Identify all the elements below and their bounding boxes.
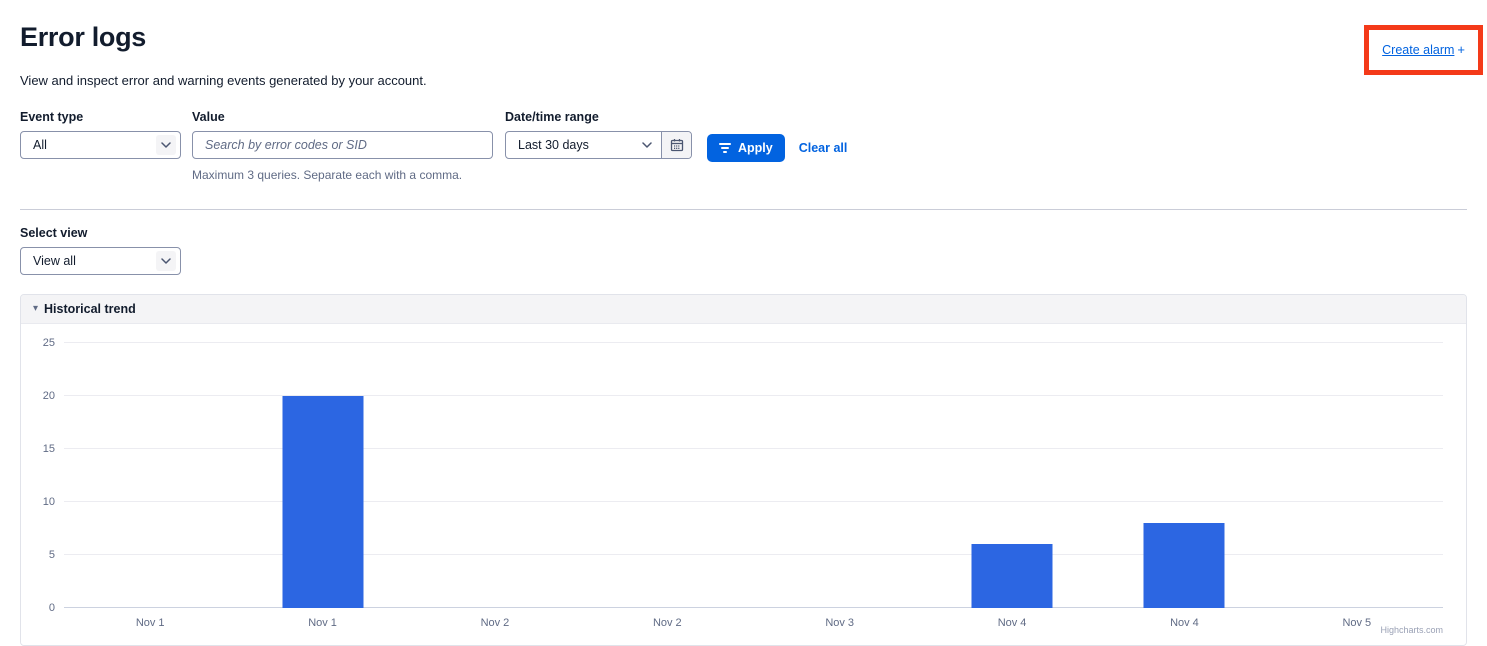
- chevron-down-icon: [156, 135, 176, 155]
- date-range-group: Date/time range Last 30 days: [505, 110, 692, 159]
- section-divider: [20, 209, 1467, 210]
- create-alarm-highlight-box: Create alarm+: [1364, 25, 1483, 75]
- y-axis-tick-label: 20: [43, 390, 55, 402]
- chart-bar: [972, 544, 1053, 608]
- x-axis-tick-label: Nov 3: [825, 617, 854, 629]
- apply-button-label: Apply: [738, 141, 773, 155]
- x-axis-tick-label: Nov 1: [136, 617, 165, 629]
- calendar-icon[interactable]: [661, 132, 691, 158]
- filter-bar: Event type All Value Maximum 3 queries. …: [20, 110, 1467, 182]
- page-title: Error logs: [20, 22, 1467, 53]
- chart-bar: [282, 396, 363, 608]
- chart-bar: [1144, 523, 1225, 608]
- x-axis-tick-label: Nov 2: [653, 617, 682, 629]
- value-input-wrapper: [192, 131, 493, 159]
- x-axis-tick-label: Nov 5: [1342, 617, 1371, 629]
- plus-icon: +: [1457, 42, 1465, 57]
- historical-trend-panel: ▾ Historical trend 0 5 10 15 20 25 Nov 1 Nov 1 N…: [20, 294, 1467, 646]
- clear-all-link[interactable]: Clear all: [799, 141, 848, 155]
- event-type-label: Event type: [20, 110, 181, 124]
- historical-trend-title: Historical trend: [44, 302, 136, 316]
- apply-button[interactable]: Apply: [707, 134, 785, 162]
- page-subtitle: View and inspect error and warning event…: [20, 73, 1467, 88]
- value-input[interactable]: [205, 138, 480, 152]
- historical-trend-header[interactable]: ▾ Historical trend: [21, 295, 1466, 324]
- select-view-select[interactable]: View all: [20, 247, 181, 275]
- page: Error logs Create alarm+ View and inspec…: [0, 0, 1487, 646]
- value-group: Value Maximum 3 queries. Separate each w…: [192, 110, 493, 182]
- date-range-value: Last 30 days: [506, 138, 633, 152]
- select-view-value: View all: [33, 254, 76, 268]
- gridline: [64, 395, 1443, 396]
- y-axis-tick-label: 5: [49, 549, 55, 561]
- gridline: [64, 501, 1443, 502]
- historical-trend-chart: 0 5 10 15 20 25 Nov 1 Nov 1 Nov 2 Nov 2 Nov 3 Nov 4…: [21, 324, 1466, 645]
- chevron-down-icon: [633, 142, 661, 148]
- date-range-label: Date/time range: [505, 110, 692, 124]
- x-axis-tick-label: Nov 4: [1170, 617, 1199, 629]
- event-type-select[interactable]: All: [20, 131, 181, 159]
- gridline: [64, 554, 1443, 555]
- chevron-down-icon: [156, 251, 176, 271]
- highcharts-credits[interactable]: Highcharts.com: [1380, 625, 1443, 635]
- gridline: [64, 342, 1443, 343]
- y-axis-tick-label: 0: [49, 602, 55, 614]
- x-axis-tick-label: Nov 1: [308, 617, 337, 629]
- select-view-group: Select view View all: [20, 226, 1467, 275]
- event-type-group: Event type All: [20, 110, 181, 159]
- event-type-value: All: [33, 138, 47, 152]
- create-alarm-link[interactable]: Create alarm: [1382, 43, 1454, 57]
- gridline: [64, 607, 1443, 608]
- y-axis-tick-label: 10: [43, 496, 55, 508]
- date-range-select[interactable]: Last 30 days: [505, 131, 692, 159]
- caret-down-icon: ▾: [33, 304, 38, 314]
- y-axis-tick-label: 25: [43, 337, 55, 349]
- x-axis-tick-label: Nov 2: [481, 617, 510, 629]
- x-axis-tick-label: Nov 4: [998, 617, 1027, 629]
- value-helper-text: Maximum 3 queries. Separate each with a …: [192, 168, 493, 182]
- value-label: Value: [192, 110, 493, 124]
- gridline: [64, 448, 1443, 449]
- filter-icon: [719, 143, 731, 153]
- select-view-label: Select view: [20, 226, 1467, 240]
- y-axis-tick-label: 15: [43, 443, 55, 455]
- chart-plot: 0510152025Nov 1Nov 1Nov 2Nov 2Nov 3Nov 4…: [64, 343, 1443, 608]
